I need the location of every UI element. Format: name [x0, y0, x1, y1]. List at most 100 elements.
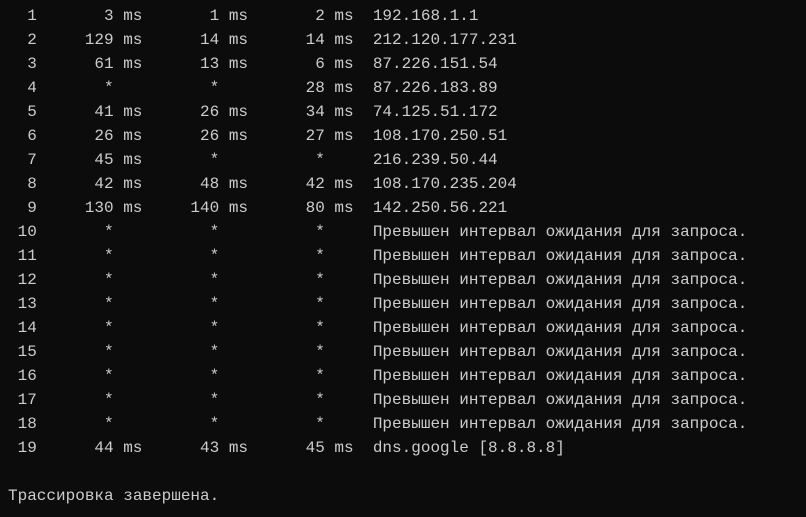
- tracert-output: 13ms1ms2ms192.168.1.12129ms14ms14ms212.1…: [8, 4, 798, 460]
- hop-host: 216.239.50.44: [354, 148, 498, 172]
- rtt-value: *: [267, 412, 325, 436]
- rtt-value: 1: [162, 4, 220, 28]
- rtt-unit: [114, 76, 143, 100]
- rtt-value: 28: [267, 76, 325, 100]
- rtt-value: 3: [56, 4, 114, 28]
- rtt-unit: ms: [114, 124, 143, 148]
- rtt-unit: [325, 316, 354, 340]
- hop-host: Превышен интервал ожидания для запроса.: [354, 220, 748, 244]
- rtt-unit: [325, 292, 354, 316]
- hop-row: 12 * * * Превышен интервал ожидания для запр…: [8, 268, 798, 292]
- rtt-unit: ms: [325, 196, 354, 220]
- rtt-unit: ms: [114, 172, 143, 196]
- rtt-unit: ms: [325, 100, 354, 124]
- rtt-value: *: [267, 220, 325, 244]
- hop-row: 13***Превышен интервал ожидания для запр…: [8, 292, 798, 316]
- rtt-unit: ms: [325, 172, 354, 196]
- hop-host: Превышен интервал ожидания для запроса.: [354, 292, 748, 316]
- rtt-value: 80: [267, 196, 325, 220]
- rtt-unit: [325, 268, 354, 292]
- hop-number: 12: [8, 268, 37, 292]
- hop-row: 18***Превышен интервал ожидания для запр…: [8, 412, 798, 436]
- rtt-value: 26: [162, 124, 220, 148]
- rtt-unit: [325, 364, 354, 388]
- rtt-unit: ms: [114, 4, 143, 28]
- rtt-value: *: [267, 268, 325, 292]
- rtt-unit: ms: [219, 100, 248, 124]
- rtt-value: 14: [162, 28, 220, 52]
- rtt-value: *: [162, 388, 220, 412]
- hop-number: 5: [8, 100, 37, 124]
- hop-number: 15: [8, 340, 37, 364]
- rtt-unit: [325, 388, 354, 412]
- rtt-unit: ms: [219, 52, 248, 76]
- hop-host: 87.226.151.54: [354, 52, 498, 76]
- rtt-value: 13: [162, 52, 220, 76]
- hop-row: 9130ms140ms80ms142.250.56.221: [8, 196, 798, 220]
- hop-row: 17***Превышен интервал ожидания для запр…: [8, 388, 798, 412]
- rtt-value: *: [162, 412, 220, 436]
- rtt-value: *: [162, 316, 220, 340]
- rtt-value: *: [56, 76, 114, 100]
- hop-row: 745ms**216.239.50.44: [8, 148, 798, 172]
- rtt-value: 44: [56, 436, 114, 460]
- hop-number: 7: [8, 148, 37, 172]
- rtt-unit: ms: [219, 196, 248, 220]
- rtt-unit: [114, 340, 143, 364]
- rtt-value: *: [162, 244, 220, 268]
- hop-number: 19: [8, 436, 37, 460]
- rtt-value: 2: [267, 4, 325, 28]
- hop-host: Превышен интервал ожидания для запроса.: [354, 364, 748, 388]
- hop-host: Превышен интервал ожидания для запроса.: [354, 244, 748, 268]
- hop-host: 74.125.51.172: [354, 100, 498, 124]
- hop-number: 6: [8, 124, 37, 148]
- hop-number: 1: [8, 4, 37, 28]
- rtt-unit: ms: [325, 76, 354, 100]
- rtt-value: *: [56, 220, 114, 244]
- rtt-unit: ms: [219, 124, 248, 148]
- rtt-value: *: [162, 268, 220, 292]
- hop-row: 626ms26ms27ms108.170.250.51: [8, 124, 798, 148]
- hop-row: 361ms13ms6ms87.226.151.54: [8, 52, 798, 76]
- rtt-value: 34: [267, 100, 325, 124]
- rtt-value: 61: [56, 52, 114, 76]
- rtt-unit: ms: [114, 52, 143, 76]
- rtt-unit: [114, 412, 143, 436]
- rtt-value: 129: [56, 28, 114, 52]
- rtt-unit: [219, 148, 248, 172]
- rtt-unit: ms: [219, 28, 248, 52]
- rtt-value: 26: [56, 124, 114, 148]
- hop-number: 17: [8, 388, 37, 412]
- hop-host: 142.250.56.221: [354, 196, 508, 220]
- rtt-unit: [219, 316, 248, 340]
- rtt-value: *: [267, 244, 325, 268]
- rtt-value: *: [56, 268, 114, 292]
- hop-host: Превышен интервал ожидания для запроса.: [354, 268, 748, 292]
- hop-number: 18: [8, 412, 37, 436]
- rtt-unit: ms: [114, 28, 143, 52]
- rtt-value: *: [267, 292, 325, 316]
- hop-row: 14***Превышен интервал ожидания для запр…: [8, 316, 798, 340]
- hop-host: 212.120.177.231: [354, 28, 517, 52]
- rtt-unit: ms: [114, 100, 143, 124]
- trace-complete-message: Трассировка завершена.: [8, 484, 798, 508]
- hop-row: 842ms48ms42ms108.170.235.204: [8, 172, 798, 196]
- rtt-value: *: [56, 316, 114, 340]
- hop-number: 10: [8, 220, 37, 244]
- hop-host: 108.170.250.51: [354, 124, 508, 148]
- hop-number: 16: [8, 364, 37, 388]
- rtt-value: 42: [56, 172, 114, 196]
- rtt-unit: [114, 388, 143, 412]
- rtt-unit: [219, 244, 248, 268]
- hop-row: 1944ms43ms45msdns.google [8.8.8.8]: [8, 436, 798, 460]
- rtt-value: 45: [56, 148, 114, 172]
- rtt-unit: [325, 244, 354, 268]
- rtt-unit: ms: [219, 436, 248, 460]
- rtt-value: *: [267, 364, 325, 388]
- hop-number: 11: [8, 244, 37, 268]
- hop-row: 4**28ms87.226.183.89: [8, 76, 798, 100]
- hop-host: dns.google [8.8.8.8]: [354, 436, 565, 460]
- rtt-value: *: [162, 220, 220, 244]
- rtt-value: *: [56, 244, 114, 268]
- hop-host: Превышен интервал ожидания для запроса.: [354, 316, 748, 340]
